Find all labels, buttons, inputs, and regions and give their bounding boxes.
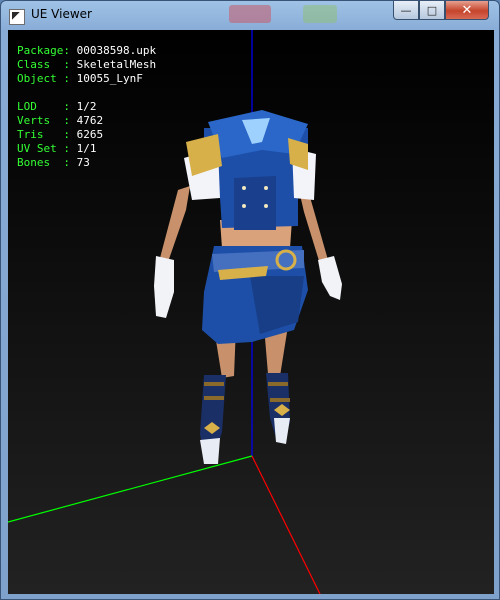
taskbar-ghost-green [303,5,337,23]
title-bar[interactable]: UE Viewer — □ ✕ [1,1,499,31]
mesh-info-panel: Package: 00038598.upk Class : SkeletalMe… [17,44,156,170]
info-object-value: 10055_LynF [76,72,143,85]
maximize-button[interactable]: □ [419,1,445,20]
info-class-value: SkeletalMesh [76,58,157,71]
info-object-label: Object : [17,72,77,85]
info-tris-label: Tris : [17,128,77,141]
viewer-icon[interactable] [9,9,25,25]
minimize-button[interactable]: — [393,1,419,20]
info-verts-value: 4762 [76,114,104,127]
close-icon: ✕ [461,2,473,18]
info-uvset: UV Set : 1/1 [17,142,156,156]
character-model [154,110,342,464]
info-class: Class : SkeletalMesh [17,58,156,72]
info-package-value: 00038598.upk [76,44,157,57]
info-bones: Bones : 73 [17,156,156,170]
info-bones-label: Bones : [17,156,77,169]
info-verts: Verts : 4762 [17,114,156,128]
info-package-label: Package: [17,44,77,57]
close-button[interactable]: ✕ [445,1,489,20]
info-tris: Tris : 6265 [17,128,156,142]
info-lod-label: LOD : [17,100,77,113]
3d-viewport[interactable]: Package: 00038598.upk Class : SkeletalMe… [8,30,494,594]
viewer-window: UE Viewer — □ ✕ Package: 00038598.upk Cl… [0,0,500,600]
info-lod: LOD : 1/2 [17,100,156,114]
info-class-label: Class : [17,58,77,71]
info-tris-value: 6265 [76,128,104,141]
info-lod-value: 1/2 [76,100,97,113]
info-verts-label: Verts : [17,114,77,127]
y-axis [8,455,253,523]
info-bones-value: 73 [76,156,90,169]
minimize-icon: — [400,3,412,17]
x-axis [251,455,321,594]
taskbar-ghost-red [229,5,271,23]
info-object: Object : 10055_LynF [17,72,156,86]
maximize-icon: □ [426,3,438,17]
info-uvset-value: 1/1 [76,142,97,155]
window-title: UE Viewer [31,7,92,21]
info-uvset-label: UV Set : [17,142,77,155]
info-package: Package: 00038598.upk [17,44,156,58]
